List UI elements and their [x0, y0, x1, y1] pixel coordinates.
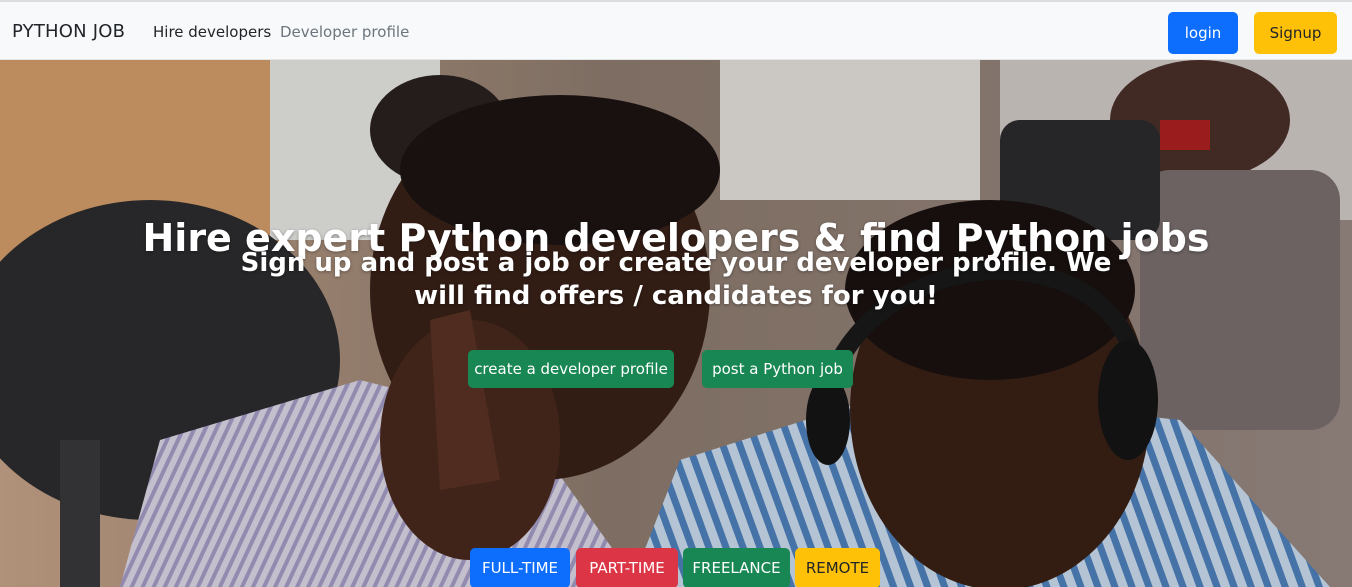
nav-link-hire-developers[interactable]: Hire developers — [153, 23, 271, 41]
tag-freelance[interactable]: FREELANCE — [683, 548, 790, 587]
tag-part-time[interactable]: PART-TIME — [576, 548, 678, 587]
nav-link-developer-profile[interactable]: Developer profile — [280, 23, 409, 41]
hero-overlay — [0, 60, 1352, 587]
signup-button[interactable]: Signup — [1254, 12, 1337, 54]
tag-full-time[interactable]: FULL-TIME — [470, 548, 570, 587]
tag-remote[interactable]: REMOTE — [795, 548, 880, 587]
top-navbar: PYTHON JOB Hire developers Developer pro… — [0, 0, 1352, 60]
create-developer-profile-button[interactable]: create a developer profile — [468, 350, 674, 388]
brand-logo[interactable]: PYTHON JOB — [12, 21, 125, 42]
hero-subtitle: Sign up and post a job or create your de… — [240, 248, 1112, 311]
login-button[interactable]: login — [1168, 12, 1238, 54]
post-python-job-button[interactable]: post a Python job — [702, 350, 853, 388]
hero-section: Hire expert Python developers & find Pyt… — [0, 60, 1352, 587]
